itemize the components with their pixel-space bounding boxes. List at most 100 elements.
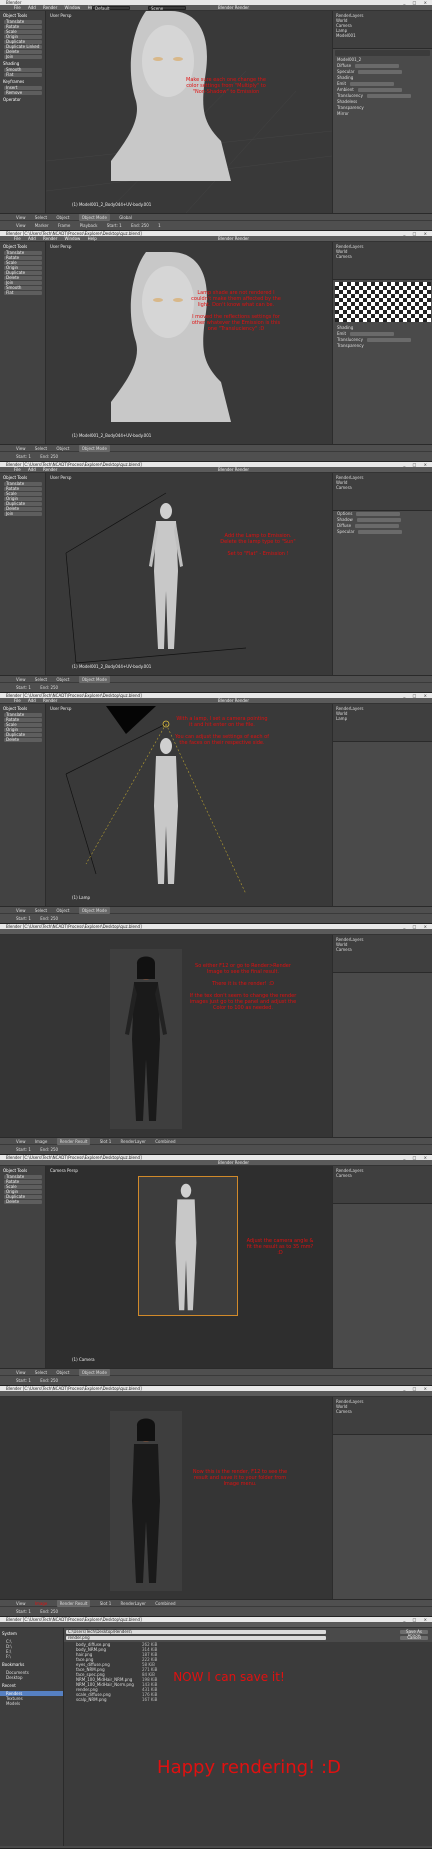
model-full-body[interactable] — [146, 736, 186, 886]
end-frame[interactable]: End: 250 — [40, 454, 58, 459]
menu-render[interactable]: Render — [43, 236, 57, 241]
prop-specular[interactable]: Specular — [333, 529, 432, 535]
tool-flat[interactable]: Flat — [4, 291, 42, 295]
outliner[interactable]: RenderLayers World Lamp — [333, 704, 432, 742]
prop-field[interactable] — [355, 64, 400, 68]
object-menu[interactable]: Object — [56, 1370, 69, 1375]
menu-render[interactable]: Render — [43, 5, 57, 10]
3d-viewport[interactable]: Camera Persp (1) Camera Adjust the camer… — [46, 1166, 332, 1368]
tool-join[interactable]: Join — [4, 512, 42, 516]
pass-selector[interactable]: Combined — [155, 1139, 175, 1144]
select-menu[interactable]: Select — [35, 1370, 47, 1375]
prop-field[interactable] — [358, 530, 403, 534]
view-menu[interactable]: View — [16, 908, 26, 913]
outliner-row[interactable]: Camera — [336, 485, 429, 490]
outliner-row[interactable]: Camera — [336, 254, 429, 259]
layer-selector[interactable]: RenderLayer — [121, 1139, 146, 1144]
view-menu[interactable]: View — [16, 1139, 26, 1144]
end-frame[interactable]: End: 250 — [40, 1378, 58, 1383]
view-menu[interactable]: View — [16, 446, 26, 451]
filename-field[interactable]: render.png — [66, 1636, 326, 1640]
menu-help[interactable]: Help — [88, 236, 97, 241]
prop-field[interactable] — [366, 338, 411, 342]
start-frame[interactable]: Start: 1 — [16, 685, 31, 690]
outliner[interactable]: RenderLayers World Camera — [333, 473, 432, 511]
outliner[interactable]: RenderLayers World Camera Lamp Model001 — [333, 11, 432, 49]
mode-selector[interactable]: Object Mode — [78, 907, 110, 914]
object-menu[interactable]: Object — [56, 446, 69, 451]
image-editor[interactable]: So either F12 or go to Render>Render Ima… — [0, 935, 332, 1137]
prop-field[interactable] — [356, 512, 401, 516]
select-menu[interactable]: Select — [35, 677, 47, 682]
mode-selector[interactable]: Object Mode — [78, 1369, 110, 1376]
outliner-row[interactable]: Camera — [336, 947, 429, 952]
pass-selector[interactable]: Combined — [155, 1601, 175, 1606]
tool-flat[interactable]: Flat — [4, 73, 42, 77]
prop-field[interactable] — [366, 94, 411, 98]
tool-remove[interactable]: Remove — [4, 91, 42, 95]
transform-orientation[interactable]: Global — [119, 215, 132, 220]
slot-selector[interactable]: Slot 1 — [100, 1601, 111, 1606]
outliner-row[interactable]: Camera — [336, 1173, 429, 1178]
tool-delete[interactable]: Delete — [4, 738, 42, 742]
menu-add[interactable]: Add — [28, 467, 36, 472]
3d-viewport[interactable]: User Persp (1) Lamp With a lamp, I set a… — [46, 704, 332, 906]
mode-selector[interactable]: Object Mode — [78, 676, 110, 683]
prop-field[interactable] — [358, 70, 403, 74]
model-full-body[interactable] — [166, 1182, 206, 1312]
outliner[interactable]: RenderLayers World Camera — [333, 1397, 432, 1435]
outliner[interactable]: RenderLayers World Camera — [333, 935, 432, 973]
menu-file[interactable]: File — [14, 236, 21, 241]
view-menu[interactable]: View — [16, 215, 26, 220]
menu-window[interactable]: Window — [65, 5, 81, 10]
end-frame[interactable]: End: 250 — [40, 685, 58, 690]
outliner[interactable]: RenderLayers World Camera — [333, 242, 432, 280]
object-menu[interactable]: Object — [56, 677, 69, 682]
sidebar-item-bookmark[interactable]: Desktop — [0, 1675, 63, 1680]
outliner-row[interactable]: Lamp — [336, 716, 429, 721]
image-menu[interactable]: Image — [35, 1601, 48, 1606]
prop-field[interactable] — [350, 82, 395, 86]
layer-selector[interactable]: RenderLayer — [121, 1601, 146, 1606]
tool-delete[interactable]: Delete — [4, 1200, 42, 1204]
menu-file[interactable]: File — [14, 698, 21, 703]
end-frame[interactable]: End: 250 — [40, 1609, 58, 1614]
timeline-playback[interactable]: Playback — [80, 223, 98, 228]
prop-field[interactable] — [356, 518, 401, 522]
slot-selector[interactable]: Slot 1 — [100, 1139, 111, 1144]
cancel-button[interactable]: Cancel — [400, 1636, 428, 1640]
model-full-body[interactable] — [146, 501, 186, 651]
timeline-marker[interactable]: Marker — [35, 223, 49, 228]
select-menu[interactable]: Select — [35, 446, 47, 451]
end-frame[interactable]: End: 250 — [40, 916, 58, 921]
menu-file[interactable]: File — [14, 5, 21, 10]
start-frame[interactable]: Start: 1 — [16, 1147, 31, 1152]
select-menu[interactable]: Select — [35, 215, 47, 220]
3d-viewport[interactable]: User Persp (1) Model001_2_Body044+UV-bod… — [46, 242, 332, 444]
menu-add[interactable]: Add — [28, 5, 36, 10]
menu-window[interactable]: Window — [65, 236, 81, 241]
menu-render[interactable]: Render — [43, 467, 57, 472]
prop-field[interactable] — [350, 332, 395, 336]
scene-selector[interactable]: Scene — [148, 6, 186, 11]
menu-file[interactable]: File — [14, 467, 21, 472]
directory-path-field[interactable]: C:\Users\Tech\Desktop\Renders\ — [66, 1630, 326, 1634]
image-menu[interactable]: Image — [35, 1139, 48, 1144]
save-as-image-button[interactable]: Save As Image — [400, 1630, 428, 1638]
timeline-frame[interactable]: Frame — [58, 223, 70, 228]
3d-viewport[interactable]: User Persp (1) Model001_2_Body044+UV-bod… — [46, 11, 332, 213]
start-frame[interactable]: Start: 1 — [16, 1609, 31, 1614]
view-menu[interactable]: View — [16, 1370, 26, 1375]
3d-viewport[interactable]: User Persp (1) Model001_2_Body044+UV-bod… — [46, 473, 332, 675]
image-editor[interactable]: Now this is the render, F12 to see the r… — [0, 1397, 332, 1599]
object-menu[interactable]: Object — [56, 908, 69, 913]
menu-add[interactable]: Add — [28, 236, 36, 241]
properties-tabs[interactable] — [335, 50, 430, 56]
current-frame[interactable]: 1 — [158, 223, 161, 228]
image-selector[interactable]: Render Result — [56, 1138, 91, 1145]
sidebar-item-recent[interactable]: Models — [0, 1701, 63, 1706]
start-frame[interactable]: Start: 1 — [107, 223, 122, 228]
prop-transparency[interactable]: Transparency — [333, 343, 432, 349]
menu-render[interactable]: Render — [43, 698, 57, 703]
tool-join[interactable]: Join — [4, 55, 42, 59]
